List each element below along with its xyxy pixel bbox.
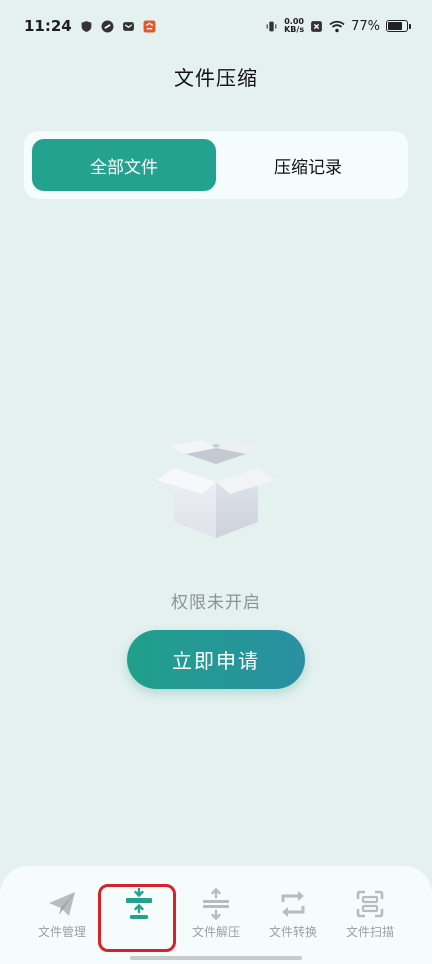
app-badge-icon [143, 20, 156, 32]
nav-item-convert[interactable]: 文件转换 [257, 888, 329, 964]
home-indicator[interactable] [130, 956, 302, 960]
status-bar-right: 0.00 KB/s 77% [265, 18, 411, 34]
net-speed-unit: KB/s [284, 25, 305, 34]
apply-now-button[interactable]: 立即申请 [127, 630, 305, 689]
battery-percent: 77% [351, 18, 380, 34]
battery-icon [386, 20, 411, 32]
paper-plane-icon [49, 892, 75, 916]
segment-tabs: 全部文件 压缩记录 [24, 131, 408, 199]
empty-box-icon [156, 440, 276, 538]
decompress-icon [203, 888, 229, 920]
tab-compress-records[interactable]: 压缩记录 [216, 139, 400, 191]
page-title: 文件压缩 [174, 66, 258, 90]
status-bar: 11:24 0.00 KB/s 77% [0, 0, 432, 52]
nav-item-scan[interactable]: 文件扫描 [334, 888, 406, 964]
link-icon [101, 20, 114, 32]
scan-icon [356, 890, 384, 918]
convert-icon [281, 891, 305, 917]
nav-label: 文件管理 [37, 925, 86, 939]
nav-label: 文件扫描 [345, 925, 394, 939]
status-bar-left: 11:24 [24, 17, 156, 35]
empty-message: 权限未开启 [171, 593, 261, 613]
net-speed: 0.00 KB/s [284, 18, 304, 34]
battery-fill [388, 22, 402, 30]
nav-label: 文件解压 [191, 925, 240, 939]
shield-icon [81, 20, 92, 32]
wifi-icon [329, 20, 345, 32]
sim-x-icon [311, 20, 323, 32]
status-time: 11:24 [24, 17, 72, 35]
nav-label: 文件转换 [268, 925, 317, 939]
screen: 11:24 0.00 KB/s 77% 文件压缩 全部文件 压缩记录 权限未开启… [0, 0, 432, 964]
mail-icon [122, 21, 134, 31]
compress-icon [126, 888, 152, 919]
bottom-nav: 文件管理 文件解压 文件转换 文件扫描 [0, 866, 432, 964]
nav-item-compress[interactable] [103, 888, 175, 964]
nav-item-file-manager[interactable]: 文件管理 [26, 888, 98, 964]
nav-item-decompress[interactable]: 文件解压 [180, 888, 252, 964]
tab-all-files[interactable]: 全部文件 [32, 139, 216, 191]
vibrate-icon [266, 21, 277, 31]
